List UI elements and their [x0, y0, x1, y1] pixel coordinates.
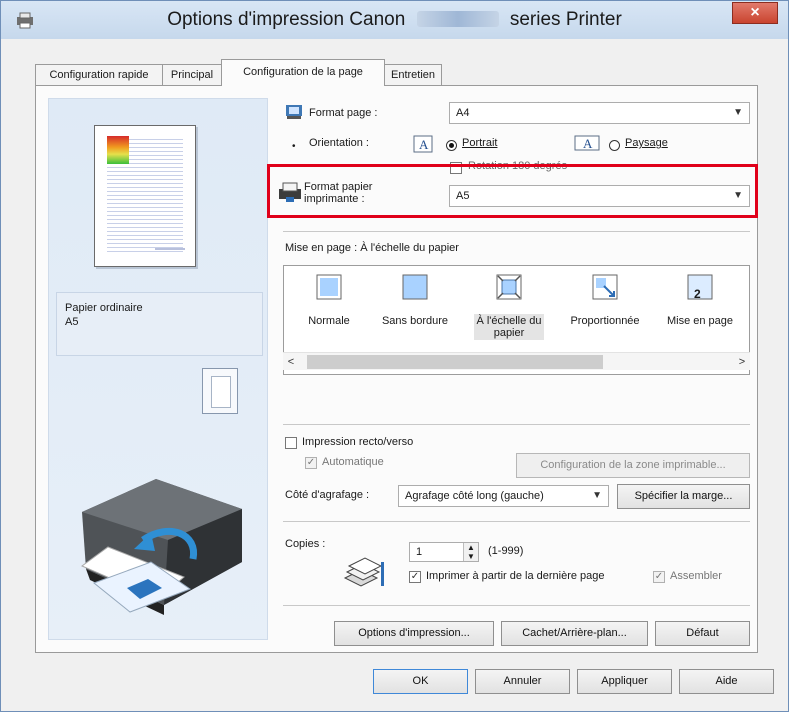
- window-title-suffix: series Printer: [509, 9, 622, 30]
- staple-side-label: Côté d'agrafage :: [285, 489, 370, 501]
- portrait-label: Portrait: [462, 137, 498, 149]
- tab-quick-setup[interactable]: Configuration rapide: [35, 64, 163, 85]
- page-size-icon: [286, 105, 302, 119]
- default-button[interactable]: Défaut: [655, 621, 750, 646]
- scroll-right-icon[interactable]: >: [734, 353, 750, 371]
- rotate-180-checkbox[interactable]: [450, 162, 462, 174]
- chevron-down-icon: ▼: [592, 490, 602, 501]
- printer-paper-size-value: A5: [456, 190, 470, 202]
- collate-checkbox[interactable]: ✓: [653, 571, 665, 583]
- layout-borderless[interactable]: Sans bordure: [370, 274, 460, 328]
- fit-to-paper-layout-icon: [496, 274, 522, 300]
- media-type-text: Papier ordinaire: [65, 302, 143, 314]
- normal-layout-icon: [316, 274, 342, 300]
- printer-paper-size-select[interactable]: A5 ▼: [449, 185, 750, 207]
- window-title: Options d'impression Canon series Printe…: [1, 9, 788, 31]
- svg-text:A: A: [583, 136, 593, 151]
- printer-paper-size-icon: [279, 182, 301, 202]
- scaled-layout-icon: [592, 274, 618, 300]
- layout-borderless-label: Sans bordure: [381, 315, 449, 327]
- media-info: Papier ordinaire A5: [56, 292, 263, 356]
- landscape-label: Paysage: [625, 137, 668, 149]
- layout-fit-line2: papier: [493, 327, 525, 339]
- separator: [283, 605, 750, 606]
- landscape-radio[interactable]: [609, 140, 620, 151]
- page-layout-icon-number: 2: [694, 287, 701, 301]
- media-size-text: A5: [65, 316, 79, 328]
- paper-color-image: [107, 136, 129, 164]
- cancel-button[interactable]: Annuler: [475, 669, 570, 694]
- scrollbar-thumb[interactable]: [307, 355, 603, 369]
- chevron-down-icon: ▼: [733, 107, 743, 118]
- collate-label: Assembler: [670, 570, 722, 582]
- close-button[interactable]: ×: [732, 2, 778, 24]
- bullet-icon: •: [292, 141, 296, 152]
- rotate-180-label: Rotation 180 degrés: [468, 160, 568, 172]
- layout-scaled[interactable]: Proportionnée: [560, 274, 650, 328]
- copies-stack-icon: [343, 557, 384, 587]
- window-title-prefix: Options d'impression Canon: [167, 9, 406, 30]
- landscape-orientation-icon: A: [574, 135, 600, 151]
- staple-side-select[interactable]: Agrafage côté long (gauche) ▼: [398, 485, 609, 507]
- printer-paper-size-label-line1: Format papier: [304, 181, 373, 193]
- help-button[interactable]: Aide: [679, 669, 774, 694]
- automatic-checkbox[interactable]: ✓: [305, 457, 317, 469]
- page-size-value: A4: [456, 107, 470, 119]
- layout-fit-line1: À l'échelle du: [476, 315, 542, 327]
- duplex-label: Impression recto/verso: [302, 436, 414, 448]
- layout-normal[interactable]: Normale: [284, 274, 374, 328]
- specify-margin-button[interactable]: Spécifier la marge...: [617, 484, 750, 509]
- model-name-redacted: [416, 11, 499, 27]
- printer-paper-size-label-line2: imprimante :: [304, 193, 365, 205]
- layout-horizontal-scrollbar[interactable]: < >: [283, 352, 750, 370]
- portrait-radio[interactable]: [446, 140, 457, 151]
- copies-label: Copies :: [285, 538, 326, 550]
- duplex-checkbox[interactable]: [285, 437, 297, 449]
- portrait-orientation-icon: A: [413, 135, 433, 153]
- printer-illustration: [81, 479, 242, 615]
- print-options-button[interactable]: Options d'impression...: [334, 621, 494, 646]
- copies-input[interactable]: 1 ▲ ▼: [409, 542, 479, 562]
- ok-button[interactable]: OK: [373, 669, 468, 694]
- layout-fit-to-paper-label: À l'échelle du papier: [474, 314, 544, 340]
- paper-preview: [94, 125, 196, 267]
- tab-page-setup[interactable]: Configuration de la page: [221, 59, 385, 86]
- layout-scaled-label: Proportionnée: [570, 315, 640, 327]
- separator: [283, 231, 750, 232]
- printer-paper-size-label: Format papier imprimante :: [304, 181, 372, 205]
- layout-fit-to-paper[interactable]: À l'échelle du papier: [464, 274, 554, 340]
- layout-page-layout[interactable]: 2 Mise en page: [652, 274, 748, 328]
- separator: [283, 521, 750, 522]
- page-size-label: Format page :: [309, 107, 378, 119]
- scroll-left-icon[interactable]: <: [283, 353, 299, 371]
- layout-normal-label: Normale: [308, 315, 350, 327]
- automatic-label: Automatique: [322, 456, 384, 468]
- print-from-last-page-checkbox[interactable]: ✓: [409, 571, 421, 583]
- small-page-icon: [202, 368, 238, 414]
- borderless-layout-icon: [402, 274, 428, 300]
- stamp-background-button[interactable]: Cachet/Arrière-plan...: [501, 621, 648, 646]
- layout-page-layout-label: Mise en page: [666, 315, 734, 327]
- layout-label: Mise en page : À l'échelle du papier: [285, 242, 459, 254]
- copies-value: 1: [416, 546, 423, 558]
- svg-text:A: A: [419, 137, 429, 152]
- tab-maintenance[interactable]: Entretien: [384, 64, 442, 85]
- printer-options-window: Options d'impression Canon series Printe…: [0, 0, 789, 712]
- copies-stepper[interactable]: ▲ ▼: [463, 543, 478, 561]
- title-bar: Options d'impression Canon series Printe…: [1, 1, 788, 39]
- apply-button[interactable]: Appliquer: [577, 669, 672, 694]
- separator: [283, 424, 750, 425]
- chevron-down-icon: ▼: [733, 190, 743, 201]
- print-from-last-page-label: Imprimer à partir de la dernière page: [426, 570, 605, 582]
- copies-range: (1-999): [488, 545, 524, 557]
- orientation-label: Orientation :: [309, 137, 369, 149]
- page-size-select[interactable]: A4 ▼: [449, 102, 750, 124]
- tab-main[interactable]: Principal: [162, 64, 222, 85]
- staple-side-value: Agrafage côté long (gauche): [405, 490, 544, 502]
- print-area-settings-button[interactable]: Configuration de la zone imprimable...: [516, 453, 750, 478]
